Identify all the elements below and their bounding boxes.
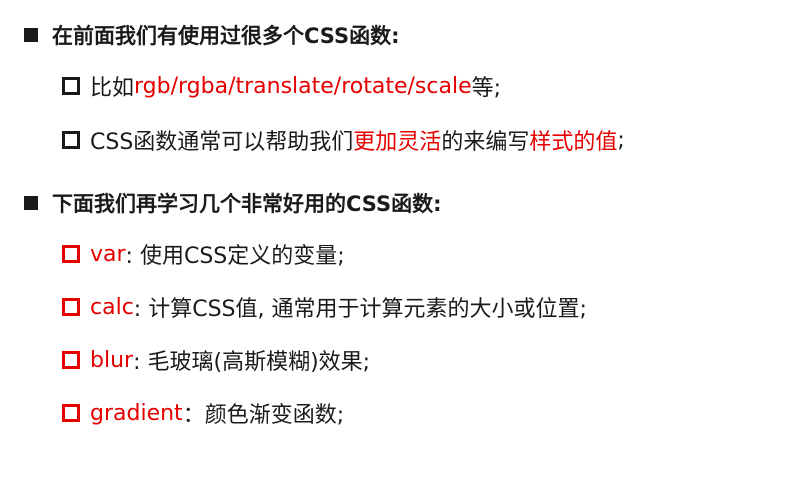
item-suffix: ; <box>617 127 625 153</box>
section1-heading: 在前面我们有使用过很多个CSS函数: <box>52 24 400 48</box>
section2-item-var: var: 使用CSS定义的变量; <box>62 238 345 270</box>
hollow-square-bullet-icon <box>62 404 80 422</box>
section2-heading: 下面我们再学习几个非常好用的CSS函数: <box>52 192 442 216</box>
section2-item-calc: calc: 计算CSS值, 通常用于计算元素的大小或位置; <box>62 291 587 323</box>
section1-item-1: 比如 rgb/rgba/translate/rotate/scale 等; <box>62 70 501 102</box>
hollow-square-bullet-icon <box>62 351 80 369</box>
item-prefix: 比如 <box>90 76 135 101</box>
function-desc: : 使用CSS定义的变量; <box>125 244 345 269</box>
section2-heading-row: 下面我们再学习几个非常好用的CSS函数: <box>24 188 442 218</box>
function-desc: : 计算CSS值, 通常用于计算元素的大小或位置; <box>133 297 587 322</box>
hollow-square-bullet-icon <box>62 245 80 263</box>
function-name: gradient <box>90 400 183 426</box>
item-prefix: CSS函数通常可以帮助我们 <box>90 130 354 155</box>
square-bullet-icon <box>24 28 38 42</box>
function-name: var <box>90 241 126 267</box>
square-bullet-icon <box>24 196 38 210</box>
item-highlight-2: 样式的值 <box>529 130 618 155</box>
slide: 在前面我们有使用过很多个CSS函数: 比如 rgb/rgba/translate/… <box>0 0 803 494</box>
section1-heading-row: 在前面我们有使用过很多个CSS函数: <box>24 20 400 50</box>
item-highlight: rgb/rgba/translate/rotate/scale <box>134 73 472 99</box>
hollow-square-bullet-icon <box>62 298 80 316</box>
function-desc: : 毛玻璃(高斯模糊)效果; <box>133 350 371 375</box>
function-name: blur <box>90 347 134 373</box>
section2-item-blur: blur: 毛玻璃(高斯模糊)效果; <box>62 344 370 376</box>
function-name: calc <box>90 294 134 320</box>
hollow-square-bullet-icon <box>62 77 80 95</box>
section1-item-2: CSS函数通常可以帮助我们 更加灵活 的来编写 样式的值; <box>62 124 625 156</box>
section2-item-gradient: gradient ：颜色渐变函数; <box>62 397 344 429</box>
hollow-square-bullet-icon <box>62 131 80 149</box>
item-highlight: 更加灵活 <box>353 130 442 155</box>
item-suffix: 等; <box>471 76 502 101</box>
item-middle: 的来编写 <box>441 130 530 155</box>
function-desc: ：颜色渐变函数; <box>182 403 345 428</box>
